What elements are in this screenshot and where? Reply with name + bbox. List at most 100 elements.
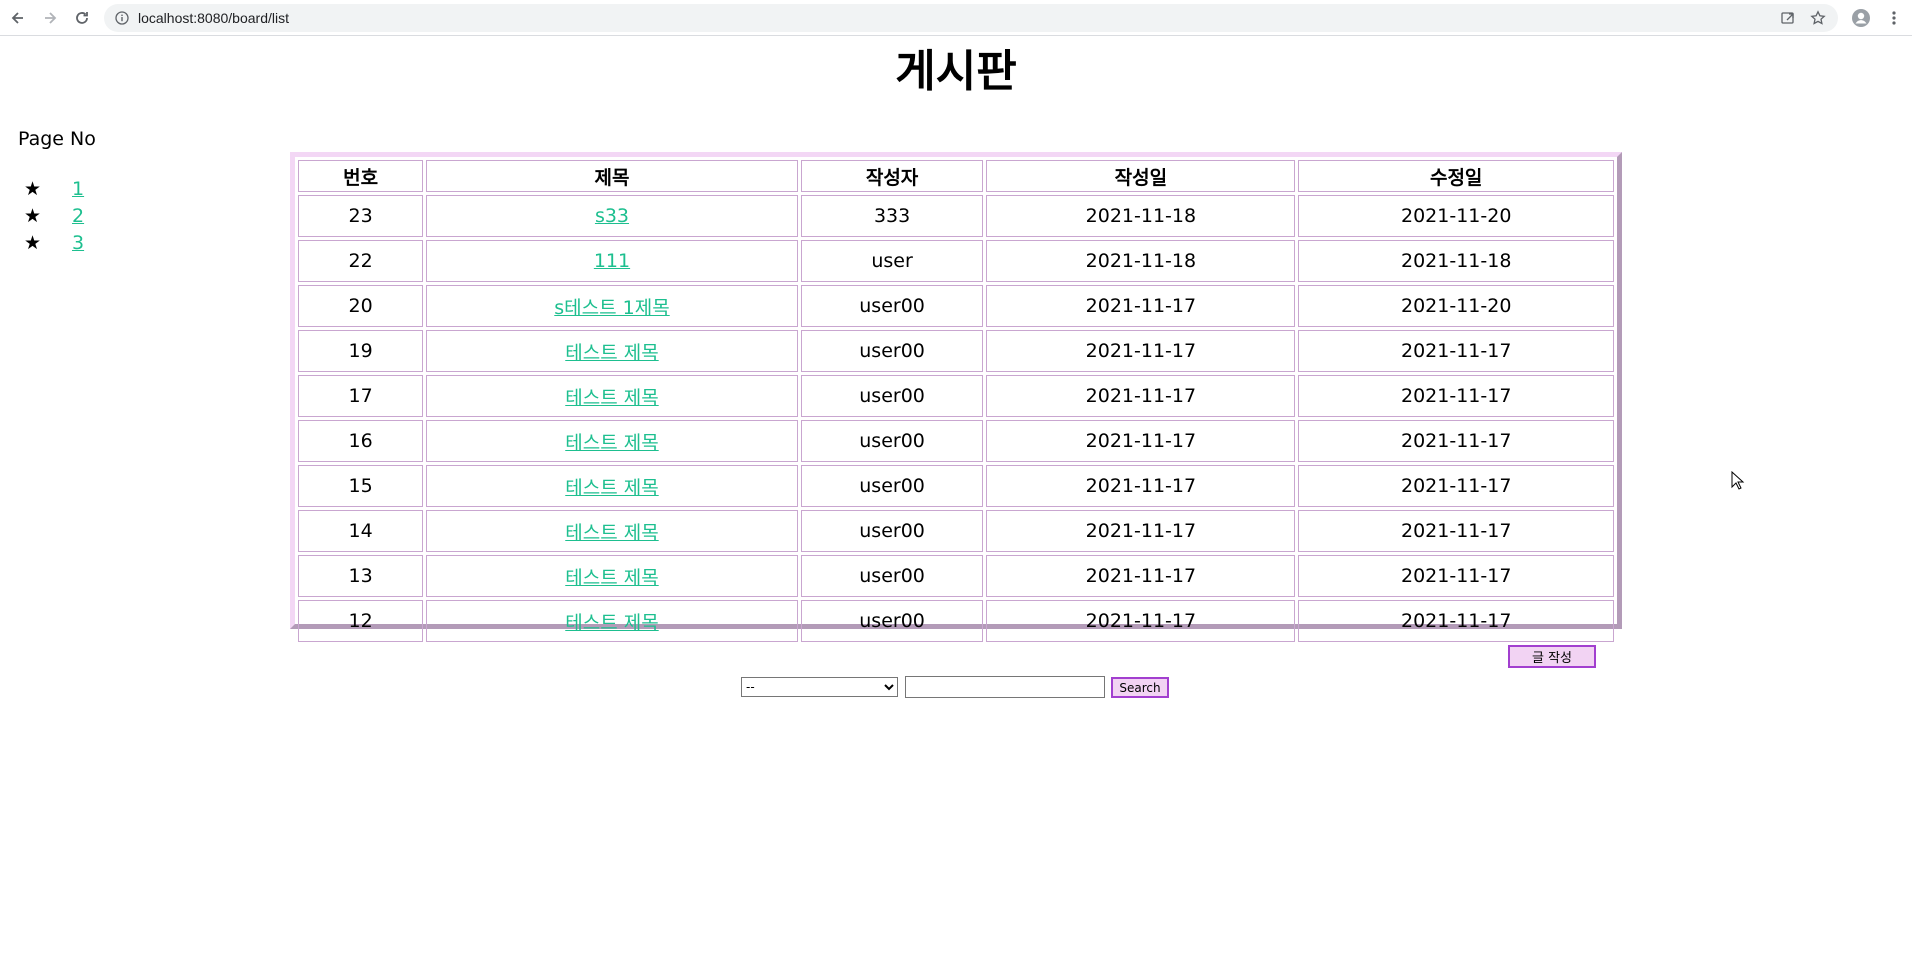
cell-updated: 2021-11-17 xyxy=(1298,510,1614,552)
cell-writer: user00 xyxy=(800,555,984,597)
page-item: ★ 2 xyxy=(24,203,84,230)
table-row: 22 111 user 2021-11-18 2021-11-18 xyxy=(298,240,1614,282)
cell-no: 13 xyxy=(298,555,424,597)
cell-writer: user00 xyxy=(800,330,984,372)
cell-writer: 333 xyxy=(800,195,984,237)
cell-created: 2021-11-17 xyxy=(986,510,1296,552)
cell-no: 17 xyxy=(298,375,424,417)
cell-writer: user00 xyxy=(800,420,984,462)
pagination-label: Page No xyxy=(18,128,96,150)
table-row: 23 s33 333 2021-11-18 2021-11-20 xyxy=(298,195,1614,237)
table-row: 16 테스트 제목 user00 2021-11-17 2021-11-17 xyxy=(298,420,1614,462)
search-input[interactable] xyxy=(905,676,1105,698)
cell-writer: user00 xyxy=(800,600,984,642)
column-header-updated: 수정일 xyxy=(1298,160,1614,192)
cell-updated: 2021-11-17 xyxy=(1298,420,1614,462)
address-bar[interactable]: localhost:8080/board/list xyxy=(104,4,1838,32)
cell-writer: user00 xyxy=(800,285,984,327)
forward-icon[interactable] xyxy=(38,6,62,30)
browser-toolbar: localhost:8080/board/list xyxy=(0,0,1912,36)
cell-created: 2021-11-17 xyxy=(986,420,1296,462)
cell-created: 2021-11-17 xyxy=(986,600,1296,642)
cell-updated: 2021-11-17 xyxy=(1298,465,1614,507)
table-row: 13 테스트 제목 user00 2021-11-17 2021-11-17 xyxy=(298,555,1614,597)
site-info-icon[interactable] xyxy=(114,10,130,26)
cell-updated: 2021-11-17 xyxy=(1298,600,1614,642)
post-title-link[interactable]: 테스트 제목 xyxy=(565,342,658,364)
cell-title: 테스트 제목 xyxy=(426,375,798,417)
cell-created: 2021-11-17 xyxy=(986,555,1296,597)
table-header-row: 번호 제목 작성자 작성일 수정일 xyxy=(298,160,1614,192)
cell-title: 테스트 제목 xyxy=(426,510,798,552)
table-row: 20 s테스트 1제목 user00 2021-11-17 2021-11-20 xyxy=(298,285,1614,327)
star-icon: ★ xyxy=(24,178,42,200)
post-title-link[interactable]: 테스트 제목 xyxy=(565,612,658,634)
post-title-link[interactable]: 테스트 제목 xyxy=(565,567,658,589)
cell-updated: 2021-11-20 xyxy=(1298,195,1614,237)
cell-title: 111 xyxy=(426,240,798,282)
post-title-link[interactable]: 111 xyxy=(594,250,630,272)
table-row: 19 테스트 제목 user00 2021-11-17 2021-11-17 xyxy=(298,330,1614,372)
reload-icon[interactable] xyxy=(70,6,94,30)
cell-no: 14 xyxy=(298,510,424,552)
cell-title: 테스트 제목 xyxy=(426,600,798,642)
cell-no: 19 xyxy=(298,330,424,372)
post-title-link[interactable]: 테스트 제목 xyxy=(565,522,658,544)
cell-title: 테스트 제목 xyxy=(426,465,798,507)
post-title-link[interactable]: 테스트 제목 xyxy=(565,432,658,454)
cell-updated: 2021-11-20 xyxy=(1298,285,1614,327)
cell-title: 테스트 제목 xyxy=(426,555,798,597)
post-title-link[interactable]: s테스트 1제목 xyxy=(554,297,669,319)
cell-title: 테스트 제목 xyxy=(426,420,798,462)
column-header-created: 작성일 xyxy=(986,160,1296,192)
cell-updated: 2021-11-18 xyxy=(1298,240,1614,282)
url-text[interactable]: localhost:8080/board/list xyxy=(138,10,289,26)
table-row: 15 테스트 제목 user00 2021-11-17 2021-11-17 xyxy=(298,465,1614,507)
pagination-list: ★ 1 ★ 2 ★ 3 xyxy=(24,176,84,257)
column-header-title: 제목 xyxy=(426,160,798,192)
cell-no: 12 xyxy=(298,600,424,642)
cell-no: 20 xyxy=(298,285,424,327)
cell-writer: user xyxy=(800,240,984,282)
cell-no: 23 xyxy=(298,195,424,237)
page-link-2[interactable]: 2 xyxy=(72,203,84,230)
share-icon[interactable] xyxy=(1778,8,1798,28)
page-link-1[interactable]: 1 xyxy=(72,176,84,203)
cell-created: 2021-11-18 xyxy=(986,195,1296,237)
more-menu-icon[interactable] xyxy=(1882,6,1906,30)
back-icon[interactable] xyxy=(6,6,30,30)
search-button[interactable]: Search xyxy=(1111,677,1169,698)
board-table-container: 번호 제목 작성자 작성일 수정일 23 s33 333 2021-11-18 … xyxy=(290,152,1622,642)
star-icon: ★ xyxy=(24,205,42,227)
bookmark-star-icon[interactable] xyxy=(1808,8,1828,28)
cell-updated: 2021-11-17 xyxy=(1298,375,1614,417)
cell-created: 2021-11-17 xyxy=(986,465,1296,507)
board-table: 번호 제목 작성자 작성일 수정일 23 s33 333 2021-11-18 … xyxy=(295,157,1617,645)
cell-updated: 2021-11-17 xyxy=(1298,330,1614,372)
post-title-link[interactable]: 테스트 제목 xyxy=(565,387,658,409)
cell-writer: user00 xyxy=(800,375,984,417)
page-item: ★ 3 xyxy=(24,230,84,257)
cell-created: 2021-11-17 xyxy=(986,285,1296,327)
cell-no: 15 xyxy=(298,465,424,507)
cell-updated: 2021-11-17 xyxy=(1298,555,1614,597)
cell-writer: user00 xyxy=(800,510,984,552)
table-row: 12 테스트 제목 user00 2021-11-17 2021-11-17 xyxy=(298,600,1614,642)
page-title: 게시판 xyxy=(895,46,1017,97)
cell-created: 2021-11-17 xyxy=(986,375,1296,417)
cell-no: 16 xyxy=(298,420,424,462)
cell-title: 테스트 제목 xyxy=(426,330,798,372)
cell-created: 2021-11-17 xyxy=(986,330,1296,372)
table-row: 14 테스트 제목 user00 2021-11-17 2021-11-17 xyxy=(298,510,1614,552)
page-link-3[interactable]: 3 xyxy=(72,230,84,257)
profile-avatar-icon[interactable] xyxy=(1849,6,1873,30)
column-header-no: 번호 xyxy=(298,160,424,192)
column-header-writer: 작성자 xyxy=(800,160,984,192)
cell-title: s33 xyxy=(426,195,798,237)
star-icon: ★ xyxy=(24,232,42,254)
search-type-select[interactable]: -- xyxy=(741,677,898,697)
post-title-link[interactable]: 테스트 제목 xyxy=(565,477,658,499)
post-title-link[interactable]: s33 xyxy=(595,205,629,227)
table-row: 17 테스트 제목 user00 2021-11-17 2021-11-17 xyxy=(298,375,1614,417)
write-post-button[interactable]: 글 작성 xyxy=(1508,645,1596,668)
